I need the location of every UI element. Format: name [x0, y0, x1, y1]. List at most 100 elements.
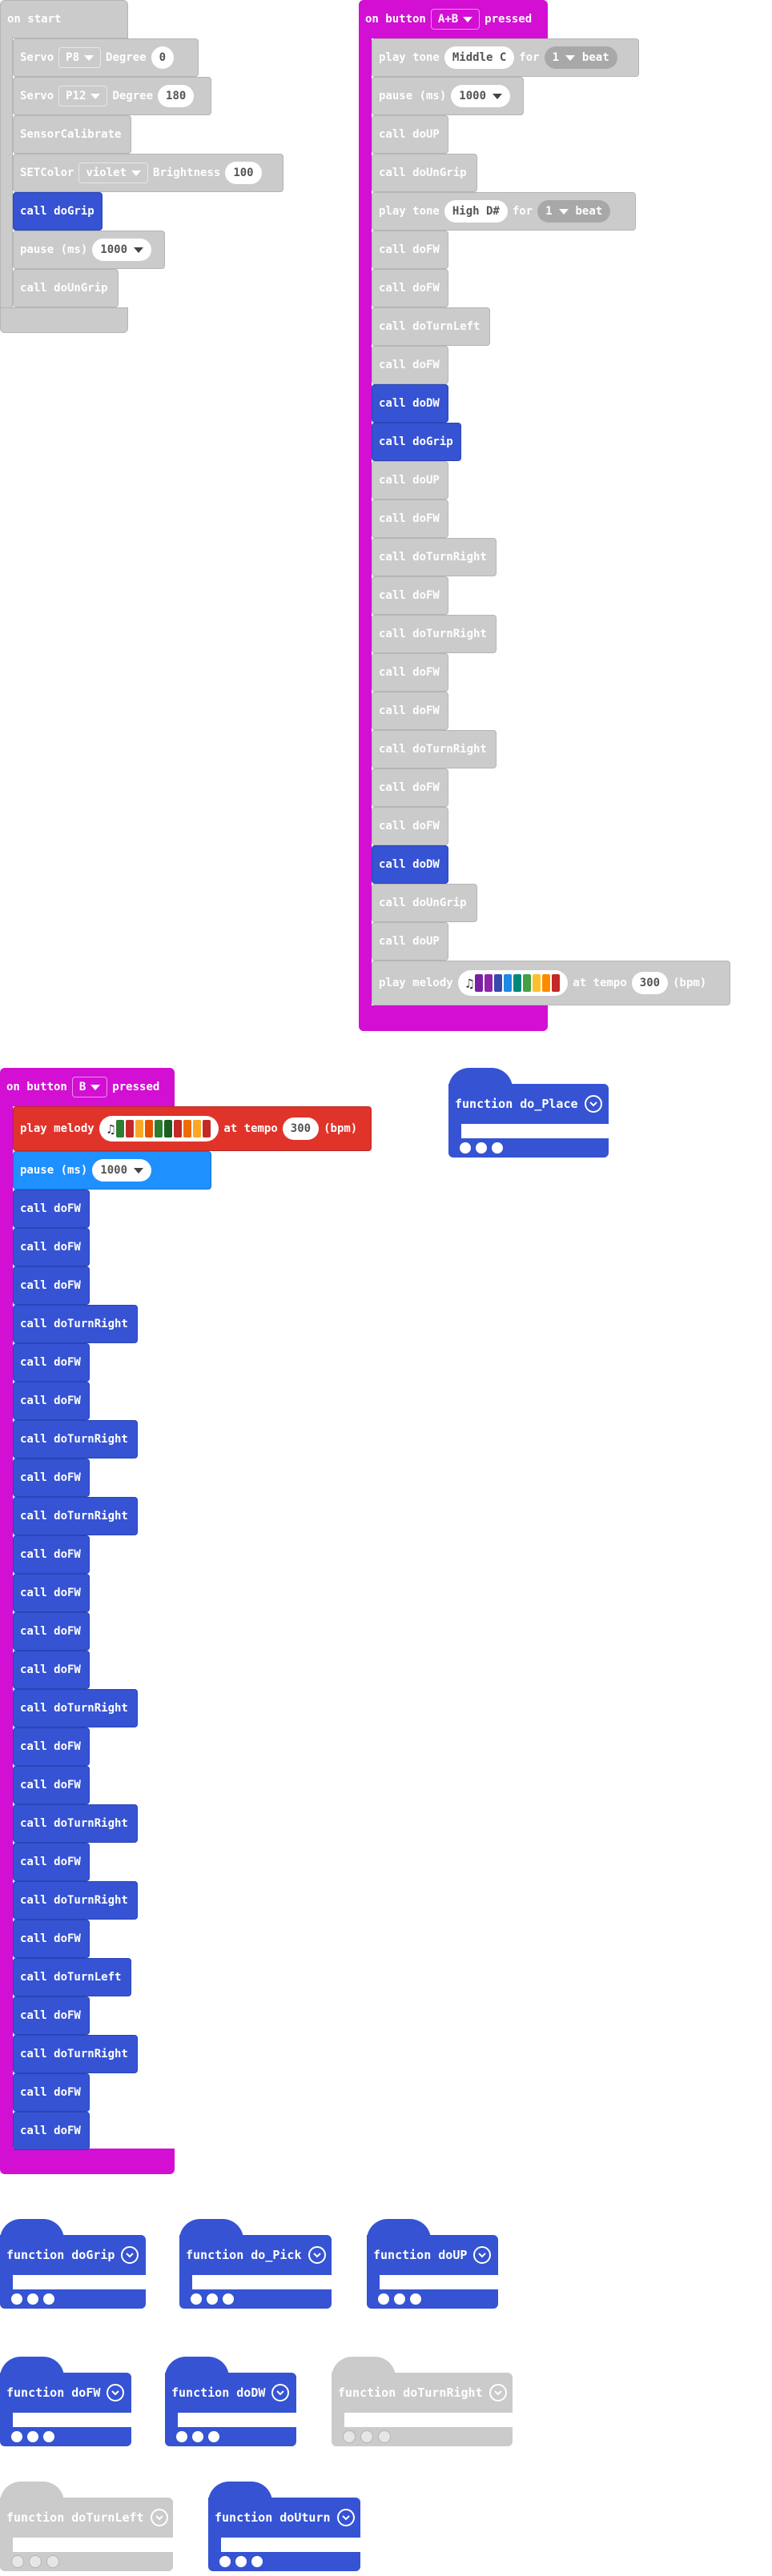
beat-dropdown[interactable]: 1 beat	[537, 200, 611, 223]
on-start-hat[interactable]: on start	[0, 0, 128, 38]
function-dogrip-block[interactable]: function doGrip	[0, 2219, 146, 2318]
call-dofw-block[interactable]: call doFW	[13, 1651, 90, 1689]
color-dropdown[interactable]: violet	[78, 163, 149, 183]
pause-input[interactable]: 1000	[92, 1159, 152, 1182]
call-dofw-block[interactable]: call doFW	[372, 768, 448, 807]
call-doturnright-block[interactable]: call doTurnRight	[13, 1305, 138, 1343]
function-do-place-block[interactable]: function do_Place	[448, 1068, 609, 1167]
chevron-down-circle-icon[interactable]	[308, 2246, 326, 2264]
call-dofw-block[interactable]: call doFW	[372, 692, 448, 730]
pause-input[interactable]: 1000	[92, 239, 152, 261]
call-doturnleft-block[interactable]: call doTurnLeft	[13, 1958, 131, 1996]
call-dofw-block[interactable]: call doFW	[13, 1459, 90, 1497]
ellipsis-dots-icon[interactable]	[179, 2289, 332, 2309]
degree-input[interactable]: 180	[158, 85, 195, 107]
function-do-pick-block[interactable]: function do_Pick	[179, 2219, 332, 2318]
chevron-down-circle-icon[interactable]	[489, 2384, 507, 2401]
call-doup-block[interactable]: call doUP	[372, 922, 448, 961]
call-doturnright-block[interactable]: call doTurnRight	[372, 615, 497, 653]
ellipsis-dots-icon[interactable]	[332, 2427, 513, 2446]
chevron-down-circle-icon[interactable]	[271, 2384, 290, 2401]
pause-input[interactable]: 1000	[451, 85, 511, 107]
note-input[interactable]: High D#	[444, 200, 508, 223]
play-melody-block[interactable]: play melody ♫ at tempo 300 (bpm)	[372, 961, 730, 1005]
call-doturnright-block[interactable]: call doTurnRight	[13, 1420, 138, 1459]
call-dofw-block[interactable]: call doFW	[13, 1727, 90, 1766]
call-dofw-block[interactable]: call doFW	[13, 1266, 90, 1305]
call-dogrip-block[interactable]: call doGrip	[13, 192, 103, 231]
ellipsis-dots-icon[interactable]	[367, 2289, 498, 2309]
call-dofw-block[interactable]: call doFW	[13, 1920, 90, 1958]
call-dofw-block[interactable]: call doFW	[13, 1996, 90, 2035]
servo-block-1[interactable]: Servo P8 Degree 0	[13, 38, 199, 77]
call-doup-block[interactable]: call doUP	[372, 115, 448, 154]
call-dofw-block[interactable]: call doFW	[372, 269, 448, 307]
setcolor-block[interactable]: SETColor violet Brightness 100	[13, 154, 283, 192]
sensor-calibrate-block[interactable]: SensorCalibrate	[13, 115, 131, 154]
button-dropdown[interactable]: A+B	[430, 9, 480, 30]
function-doturnright-block[interactable]: function doTurnRight	[332, 2357, 513, 2456]
call-dofw-block[interactable]: call doFW	[372, 576, 448, 615]
call-doturnright-block[interactable]: call doTurnRight	[13, 2035, 138, 2073]
call-dofw-block[interactable]: call doFW	[13, 1228, 90, 1266]
call-doungrip-block[interactable]: call doUnGrip	[13, 269, 119, 307]
on-button-b-hat[interactable]: on button B pressed	[0, 1068, 175, 1106]
ellipsis-dots-icon[interactable]	[165, 2427, 296, 2446]
function-dodw-block[interactable]: function doDW	[165, 2357, 296, 2456]
tempo-input[interactable]: 300	[631, 972, 669, 994]
pause-block[interactable]: pause (ms) 1000	[372, 77, 524, 115]
play-tone-block-1[interactable]: play tone Middle C for 1 beat	[372, 38, 639, 77]
melody-editor[interactable]: ♫	[457, 970, 569, 996]
call-doturnright-block[interactable]: call doTurnRight	[372, 538, 497, 576]
chevron-down-circle-icon[interactable]	[121, 2246, 139, 2264]
on-button-ab-hat[interactable]: on button A+B pressed	[359, 0, 548, 38]
call-dofw-block[interactable]: call doFW	[13, 1382, 90, 1420]
chevron-down-circle-icon[interactable]	[584, 1095, 602, 1113]
call-dofw-block[interactable]: call doFW	[372, 500, 448, 538]
call-dofw-block[interactable]: call doFW	[13, 2112, 90, 2150]
button-dropdown[interactable]: B	[71, 1077, 108, 1097]
call-doturnright-block[interactable]: call doTurnRight	[13, 1497, 138, 1535]
call-dodw-block[interactable]: call doDW	[372, 384, 448, 423]
play-tone-block-2[interactable]: play tone High D# for 1 beat	[372, 192, 636, 231]
call-dofw-block[interactable]: call doFW	[372, 653, 448, 692]
servo-pin-dropdown[interactable]: P8	[58, 47, 102, 68]
function-dofw-block[interactable]: function doFW	[0, 2357, 131, 2456]
ellipsis-dots-icon[interactable]	[448, 1138, 609, 1158]
call-doup-block[interactable]: call doUP	[372, 461, 448, 500]
chevron-down-circle-icon[interactable]	[150, 2509, 168, 2526]
play-melody-block[interactable]: play melody ♫ at tempo 300 (bpm)	[13, 1106, 372, 1151]
chevron-down-circle-icon[interactable]	[107, 2384, 125, 2401]
call-doungrip-block[interactable]: call doUnGrip	[372, 154, 477, 192]
call-doturnright-block[interactable]: call doTurnRight	[13, 1689, 138, 1727]
ellipsis-dots-icon[interactable]	[0, 2552, 173, 2571]
call-dofw-block[interactable]: call doFW	[13, 2073, 90, 2112]
call-doturnright-block[interactable]: call doTurnRight	[13, 1881, 138, 1920]
call-dofw-block[interactable]: call doFW	[372, 231, 448, 269]
chevron-down-circle-icon[interactable]	[473, 2246, 492, 2264]
function-doturnleft-block[interactable]: function doTurnLeft	[0, 2482, 173, 2576]
call-dofw-block[interactable]: call doFW	[372, 807, 448, 845]
melody-editor[interactable]: ♫	[99, 1116, 219, 1142]
note-input[interactable]: Middle C	[444, 46, 515, 69]
call-dofw-block[interactable]: call doFW	[13, 1574, 90, 1612]
call-dofw-block[interactable]: call doFW	[13, 1766, 90, 1804]
call-doturnright-block[interactable]: call doTurnRight	[13, 1804, 138, 1843]
call-dodw-block[interactable]: call doDW	[372, 845, 448, 884]
tempo-input[interactable]: 300	[282, 1117, 320, 1140]
servo-block-2[interactable]: Servo P12 Degree 180	[13, 77, 211, 115]
brightness-input[interactable]: 100	[225, 162, 262, 184]
pause-block[interactable]: pause (ms) 1000	[13, 1151, 211, 1190]
call-dofw-block[interactable]: call doFW	[372, 346, 448, 384]
ellipsis-dots-icon[interactable]	[0, 2427, 131, 2446]
function-doup-block[interactable]: function doUP	[367, 2219, 498, 2318]
ellipsis-dots-icon[interactable]	[208, 2552, 360, 2571]
call-dogrip-block[interactable]: call doGrip	[372, 423, 461, 461]
beat-dropdown[interactable]: 1 beat	[544, 46, 617, 69]
function-douturn-block[interactable]: function doUturn	[208, 2482, 360, 2576]
servo-pin-dropdown[interactable]: P12	[58, 86, 108, 106]
call-dofw-block[interactable]: call doFW	[13, 1843, 90, 1881]
chevron-down-circle-icon[interactable]	[336, 2509, 355, 2526]
call-dofw-block[interactable]: call doFW	[13, 1612, 90, 1651]
call-dofw-block[interactable]: call doFW	[13, 1190, 90, 1228]
